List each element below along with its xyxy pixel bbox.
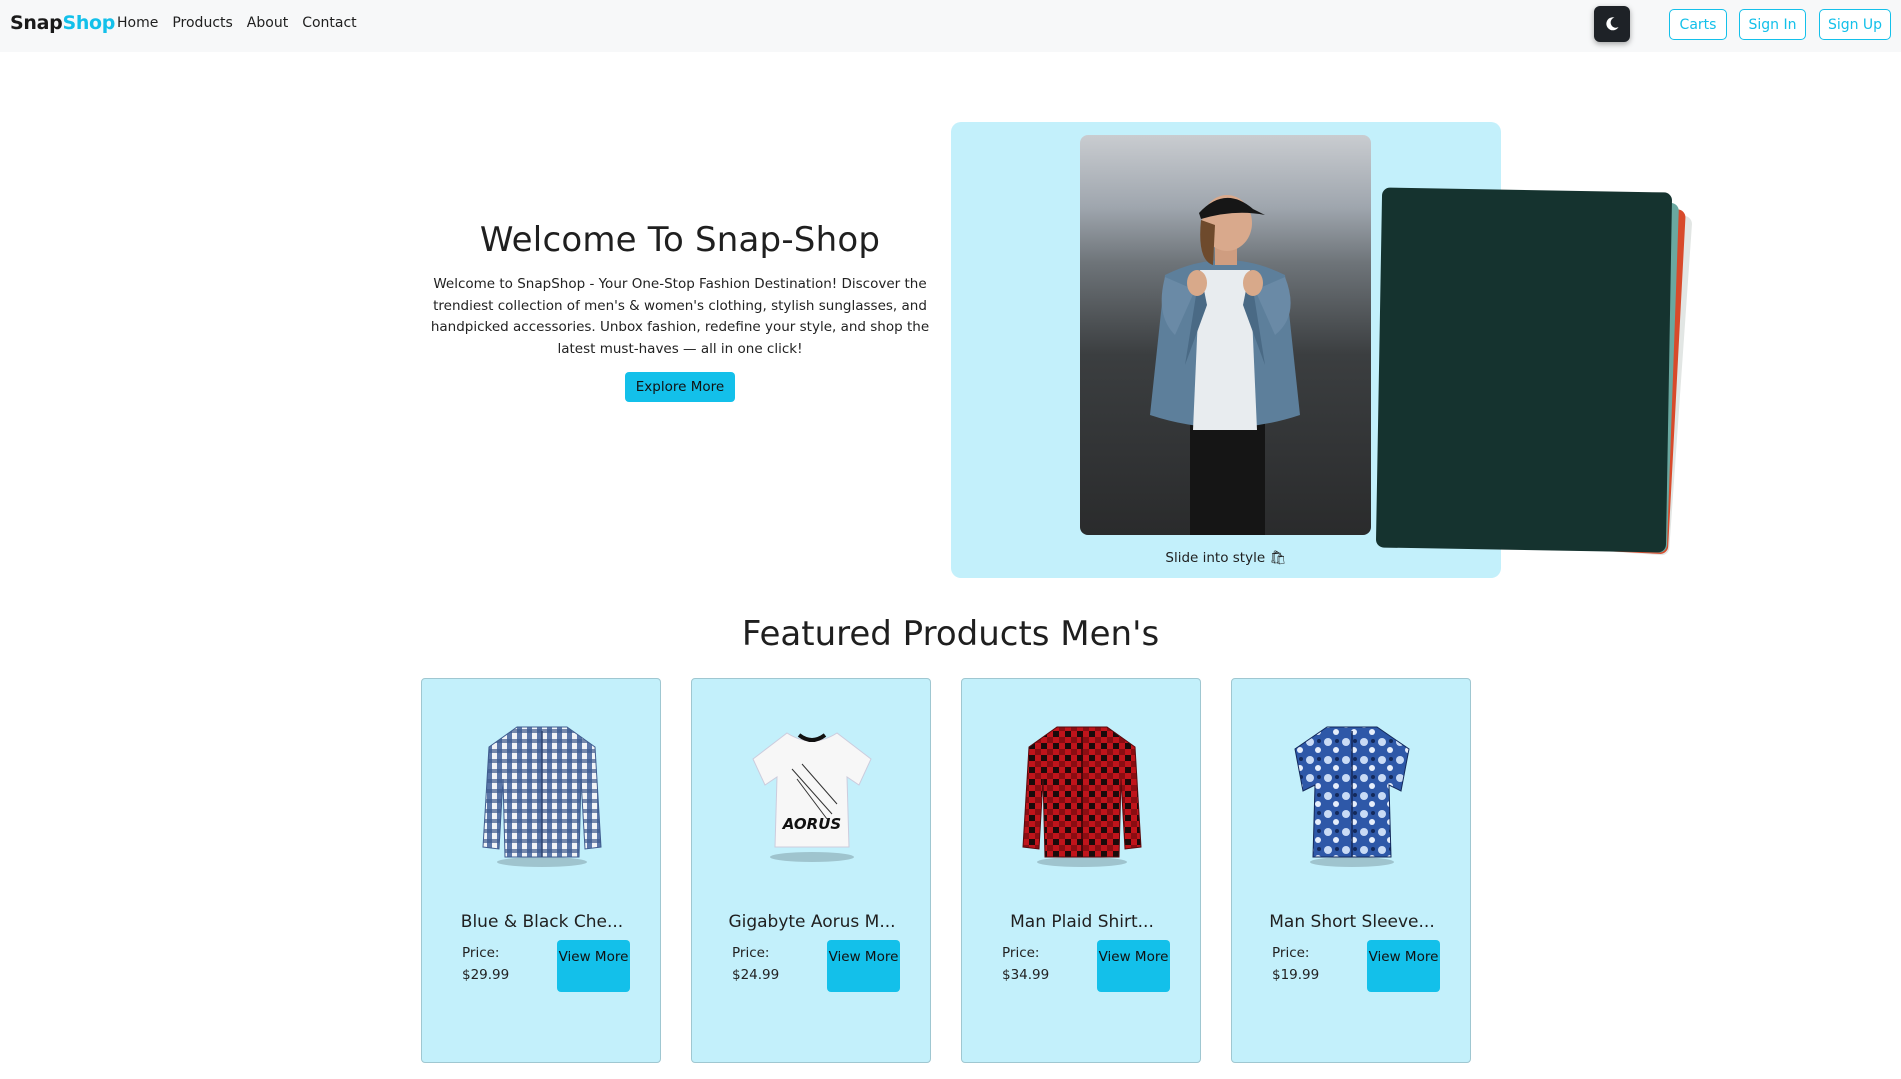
product-name: Man Plaid Shirt... <box>1010 912 1154 932</box>
view-more-button[interactable]: View More <box>557 940 630 992</box>
product-name: Blue & Black Che... <box>460 912 624 932</box>
svg-text:AORUS: AORUS <box>782 815 841 833</box>
theme-toggle-button[interactable] <box>1594 6 1630 42</box>
brand-logo-part2: Shop <box>62 12 116 34</box>
brand-logo-part1: Snap <box>10 12 63 34</box>
nav-links: Home Products About Contact <box>117 15 357 31</box>
slider-photo-man-denim-jacket[interactable] <box>1080 135 1371 535</box>
floral-shirt-icon <box>1294 726 1410 867</box>
tshirt-icon: AORUS <box>752 732 872 862</box>
product-price: $34.99 <box>1002 967 1050 983</box>
slider-caption: Slide into style 🛍 <box>1165 550 1287 566</box>
product-card[interactable]: AORUS Gigabyte Aorus M... Price: $24.99 … <box>691 678 931 1063</box>
nav-link-about[interactable]: About <box>247 15 288 31</box>
product-card[interactable]: Man Plaid Shirt... Price: $34.99 View Mo… <box>961 678 1201 1063</box>
man-in-denim-jacket-image <box>1150 195 1300 535</box>
price-label: Price: <box>732 945 770 961</box>
hero-description: Welcome to SnapShop - Your One-Stop Fash… <box>430 276 930 357</box>
product-price: $24.99 <box>732 967 780 983</box>
view-more-button[interactable]: View More <box>1097 940 1170 992</box>
checked-shirt-icon <box>482 726 602 867</box>
moon-icon <box>1606 17 1619 31</box>
nav-link-products[interactable]: Products <box>172 15 232 31</box>
product-card[interactable]: Blue & Black Che... Price: $29.99 View M… <box>421 678 661 1063</box>
product-name: Gigabyte Aorus M... <box>728 912 896 932</box>
view-more-button[interactable]: View More <box>1367 940 1440 992</box>
price-label: Price: <box>1272 945 1310 961</box>
sign-in-button[interactable]: Sign In <box>1739 9 1806 40</box>
brand-logo[interactable]: SnapShop <box>10 12 115 34</box>
carts-button[interactable]: Carts <box>1669 9 1727 40</box>
product-card[interactable]: Man Short Sleeve... Price: $19.99 View M… <box>1231 678 1471 1063</box>
hero-slider[interactable]: Slide into style 🛍 <box>951 122 1693 578</box>
sign-up-button[interactable]: Sign Up <box>1819 9 1891 40</box>
price-label: Price: <box>1002 945 1040 961</box>
nav-link-contact[interactable]: Contact <box>302 15 356 31</box>
navbar: SnapShop Home Products About Contact Car… <box>0 0 1901 52</box>
nav-link-home[interactable]: Home <box>117 15 158 31</box>
explore-more-button[interactable]: Explore More <box>624 372 736 402</box>
product-name: Man Short Sleeve... <box>1269 912 1435 932</box>
view-more-button[interactable]: View More <box>827 940 900 992</box>
hero-section: Welcome To Snap-Shop Welcome to SnapShop… <box>410 220 950 402</box>
product-price: $29.99 <box>462 967 510 983</box>
price-label: Price: <box>462 945 500 961</box>
hero-title: Welcome To Snap-Shop <box>479 220 881 260</box>
featured-products-title: Featured Products Men's <box>741 614 1160 654</box>
plaid-shirt-icon <box>1022 726 1142 867</box>
product-price: $19.99 <box>1272 967 1320 983</box>
slider-stack-card <box>1375 187 1673 553</box>
